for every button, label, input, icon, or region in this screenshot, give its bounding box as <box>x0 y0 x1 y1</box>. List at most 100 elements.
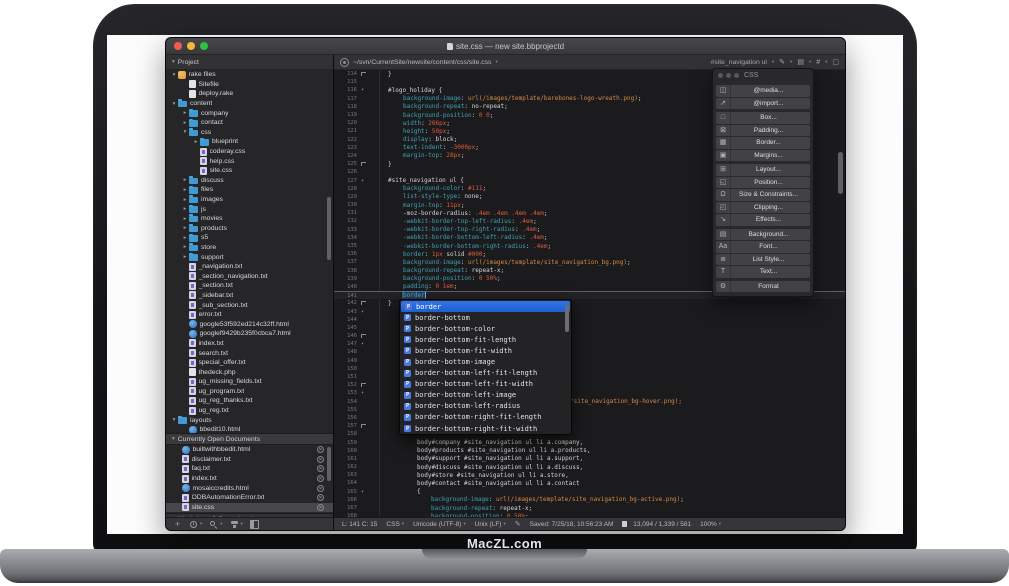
tree-item-section-navigation-txt[interactable]: _section_navigation.txt <box>166 271 333 281</box>
palette-button-media[interactable]: ◫@media... <box>716 85 810 97</box>
palette-button-background[interactable]: ▤Background... <box>716 229 810 241</box>
editable-icon[interactable]: ✎ <box>515 520 521 528</box>
tree-item-help-css[interactable]: help.css <box>166 156 333 166</box>
completion-item-border-bottom-color[interactable]: Pborder-bottom-color <box>400 323 571 334</box>
tree-item-s5[interactable]: ▸s5 <box>166 233 333 243</box>
palette-titlebar[interactable]: CSS <box>713 69 813 82</box>
editor-scrollbar[interactable] <box>838 152 843 194</box>
add-icon[interactable]: + <box>173 520 182 529</box>
tree-item-ug-missing-fields-txt[interactable]: ug_missing_fields.txt <box>166 377 333 387</box>
tree-item-sub-section-txt[interactable]: _sub_section.txt <box>166 300 333 310</box>
context-dropdown-icon[interactable]: ▾ <box>772 59 774 65</box>
path-dropdown-icon[interactable]: ▾ <box>495 59 497 65</box>
palette-button-effects[interactable]: ↘Effects... <box>716 214 810 226</box>
tree-item-section-txt[interactable]: _section.txt <box>166 281 333 291</box>
code-line-166[interactable]: 166background-image: url(/images/templat… <box>334 496 845 504</box>
tree-item-site-css[interactable]: site.css <box>166 166 333 176</box>
code-line-163[interactable]: 163body#store #site_navigation ul li a.s… <box>334 471 845 479</box>
counterparts-icon[interactable] <box>340 58 349 67</box>
close-icon[interactable]: ✕ <box>317 465 324 472</box>
tree-item-company[interactable]: ▸company <box>166 108 333 118</box>
completion-item-border-bottom-right-fit-width[interactable]: Pborder-bottom-right-fit-width <box>400 423 571 434</box>
open-doc-index-txt[interactable]: index.txt✕ <box>166 474 333 484</box>
marker-icon[interactable]: # <box>816 59 820 66</box>
palette-button-list-style[interactable]: ≣List Style... <box>716 254 810 266</box>
palette-button-format[interactable]: ⚙Format <box>716 281 810 293</box>
close-icon[interactable]: ✕ <box>317 446 324 453</box>
palette-button-padding[interactable]: ⊠Padding... <box>716 125 810 137</box>
open-doc-site-css[interactable]: site.css✕ <box>166 503 333 513</box>
completion-item-border-bottom-left-image[interactable]: Pborder-bottom-left-image <box>400 390 571 401</box>
palette-close-icon[interactable] <box>718 73 723 78</box>
open-doc-mosaiccredits-html[interactable]: mosaiccredits.html✕ <box>166 483 333 493</box>
search-menu[interactable]: ▾ <box>209 520 222 529</box>
sidebar-toggle-icon[interactable] <box>250 520 259 529</box>
palette-button-border[interactable]: ▦Border... <box>716 137 810 149</box>
completion-item-border-bottom-fit-width[interactable]: Pborder-bottom-fit-width <box>400 345 571 356</box>
tree-item-css[interactable]: ▾css <box>166 128 333 138</box>
completion-item-border-bottom[interactable]: Pborder-bottom <box>400 312 571 323</box>
tree-item-deploy-rake[interactable]: deploy.rake <box>166 89 333 99</box>
tree-item-discuss[interactable]: ▸discuss <box>166 176 333 186</box>
open-doc-faq-txt[interactable]: faq.txt✕ <box>166 464 333 474</box>
document-options-icon[interactable]: ▢ <box>832 59 839 66</box>
tree-item-thedeck-php[interactable]: thedeck.php <box>166 367 333 377</box>
marker-dropdown-icon[interactable]: ▾ <box>825 59 827 65</box>
pencil-icon[interactable]: ✎ <box>779 59 785 66</box>
completion-item-border-bottom-left-fit-width[interactable]: Pborder-bottom-left-fit-width <box>400 379 571 390</box>
code-line-159[interactable]: 159body#company #site_navigation ul li a… <box>334 438 845 446</box>
close-icon[interactable]: ✕ <box>317 456 324 463</box>
close-icon[interactable]: ✕ <box>317 504 324 511</box>
tree-scrollbar[interactable] <box>327 197 331 260</box>
palette-button-box[interactable]: □Box... <box>716 112 810 124</box>
tree-item-images[interactable]: ▸images <box>166 195 333 205</box>
tree-item-bbedit10-html[interactable]: bbedit10.html <box>166 425 333 433</box>
palette-button-size-constraints[interactable]: ΩSize & Constraints... <box>716 189 810 201</box>
tree-item-sitefile[interactable]: Sitefile <box>166 80 333 90</box>
tree-item-ug-program-txt[interactable]: ug_program.txt <box>166 387 333 397</box>
clippings-dropdown-icon[interactable]: ▾ <box>809 59 811 65</box>
palette-button-margins[interactable]: ▣Margins... <box>716 150 810 162</box>
tree-item-blueprint[interactable]: ▸blueprint <box>166 137 333 147</box>
code-line-167[interactable]: 167background-repeat: repeat-x; <box>334 504 845 512</box>
code-line-165[interactable]: 165▾{ <box>334 488 845 496</box>
tree-item-coderay-css[interactable]: coderay.css <box>166 147 333 157</box>
completion-item-border-bottom-left-radius[interactable]: Pborder-bottom-left-radius <box>400 401 571 412</box>
code-line-160[interactable]: 160body#products #site_navigation ul li … <box>334 447 845 455</box>
actions-menu[interactable]: ▾ <box>230 520 243 529</box>
recent-menu[interactable]: ▾ <box>189 520 202 529</box>
close-icon[interactable]: ✕ <box>317 485 324 492</box>
tree-item-ug-reg-thanks-txt[interactable]: ug_reg_thanks.txt <box>166 396 333 406</box>
open-documents-header[interactable]: ▾ Currently Open Documents <box>166 433 333 445</box>
close-icon[interactable]: ✕ <box>317 475 324 482</box>
code-line-168[interactable]: 168background-position: 0 50%; <box>334 512 845 517</box>
tree-item-navigation-txt[interactable]: _navigation.txt <box>166 262 333 272</box>
code-line-162[interactable]: 162body#discuss #site_navigation ul li a… <box>334 463 845 471</box>
clippings-icon[interactable]: ▤ <box>797 59 804 66</box>
tree-item-rake-files[interactable]: ▾rake files <box>166 70 333 80</box>
project-header[interactable]: ▾ Project <box>166 55 334 70</box>
tree-item-special-offer-txt[interactable]: special_offer.txt <box>166 358 333 368</box>
tree-item-contact[interactable]: ▸contact <box>166 118 333 128</box>
close-icon[interactable]: ✕ <box>317 494 324 501</box>
encoding-menu[interactable]: Unicode (UTF-8)▾ <box>413 521 466 528</box>
tree-item-sidebar-txt[interactable]: _sidebar.txt <box>166 291 333 301</box>
open-doc-odbautomationerror-txt[interactable]: ODBAutomationError.txt✕ <box>166 493 333 503</box>
file-path[interactable]: ~/svn/CurrentSite/newsite/content/css/si… <box>353 59 491 66</box>
completion-item-border[interactable]: Pborder <box>401 301 570 312</box>
tree-item-store[interactable]: ▸store <box>166 243 333 253</box>
palette-button-import[interactable]: ↗@import... <box>716 98 810 110</box>
completion-item-border-bottom-image[interactable]: Pborder-bottom-image <box>400 356 571 367</box>
open-doc-disclaimer-txt[interactable]: disclaimer.txt✕ <box>166 455 333 465</box>
tree-item-google53f592ed214c32ff-html[interactable]: google53f592ed214c32ff.html <box>166 319 333 329</box>
tree-item-files[interactable]: ▸files <box>166 185 333 195</box>
tree-item-support[interactable]: ▸support <box>166 252 333 262</box>
tree-item-layouts[interactable]: ▾layouts <box>166 415 333 425</box>
tree-item-index-txt[interactable]: index.txt <box>166 339 333 349</box>
palette-button-font[interactable]: AaFont... <box>716 241 810 253</box>
tree-item-googlef9429b235f0cbca7-html[interactable]: googlef9429b235f0cbca7.html <box>166 329 333 339</box>
language-menu[interactable]: CSS▾ <box>386 521 404 528</box>
zoom-menu[interactable]: 100%▾ <box>700 521 721 528</box>
palette-button-layout[interactable]: ⊞Layout... <box>716 164 810 176</box>
open-documents-scrollbar[interactable] <box>327 447 331 481</box>
